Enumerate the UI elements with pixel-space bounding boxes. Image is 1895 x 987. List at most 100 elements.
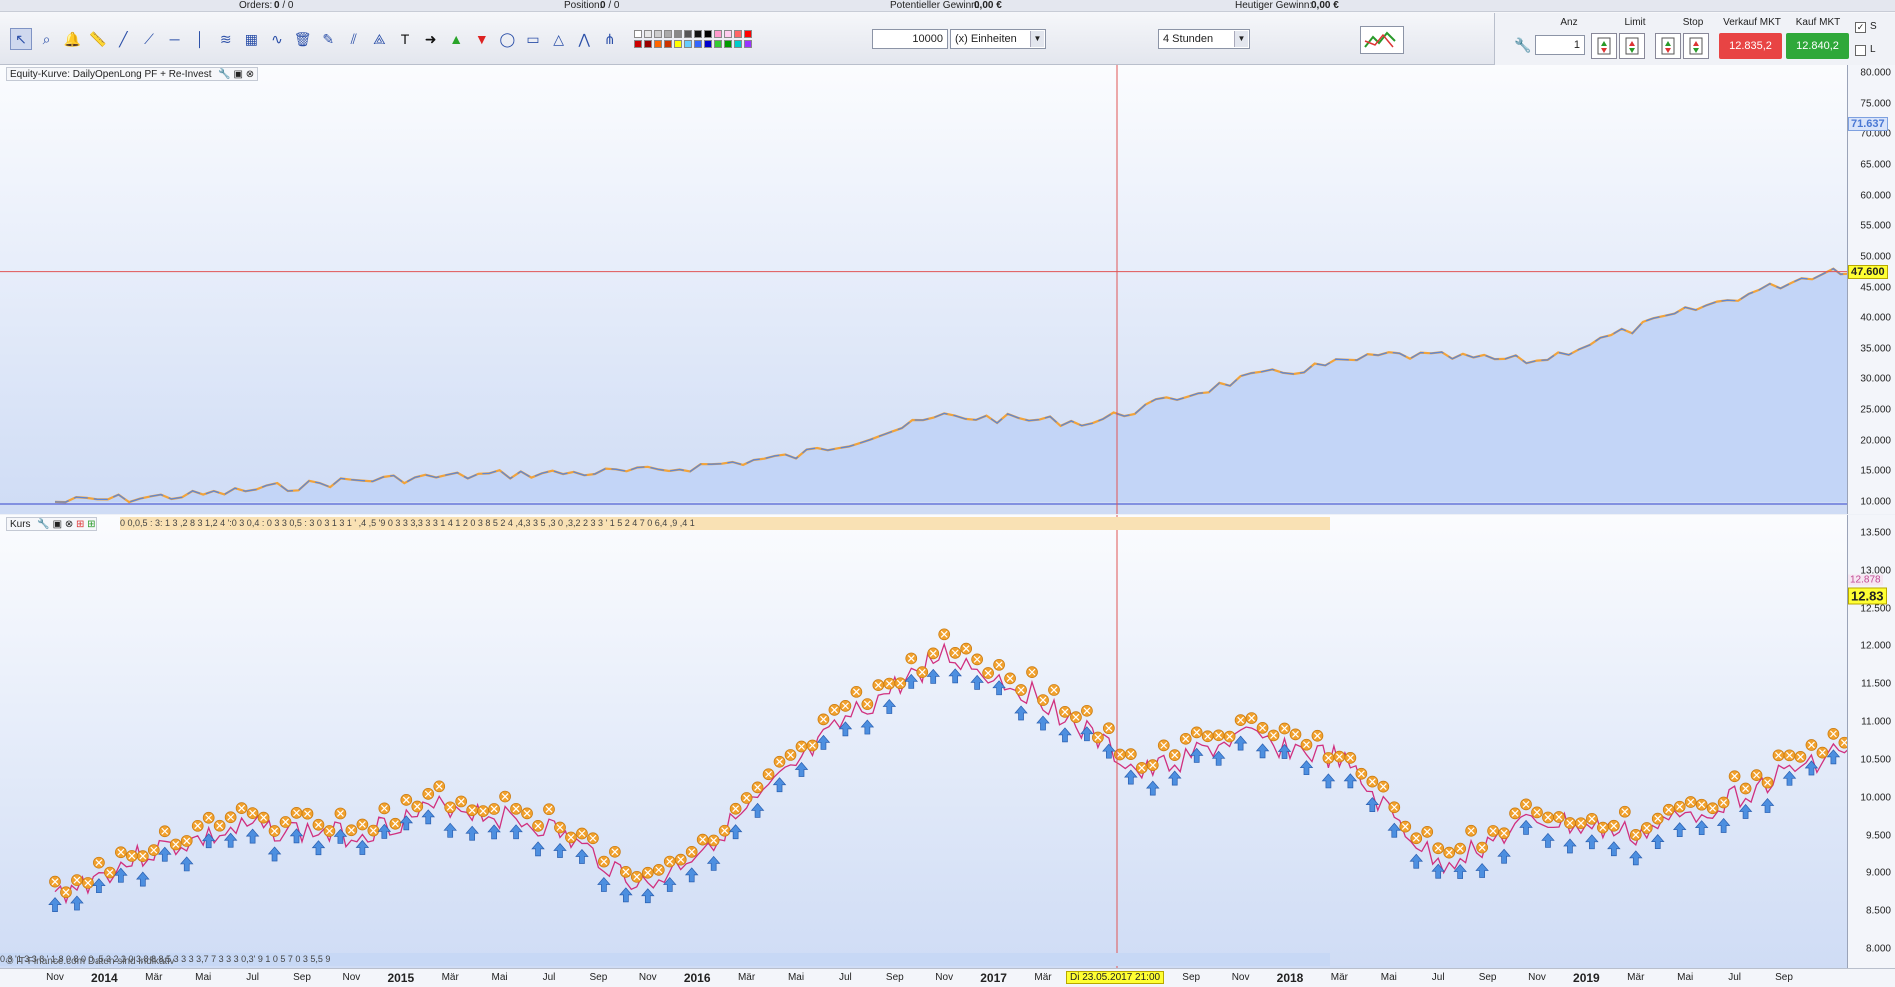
color-swatch[interactable] xyxy=(714,40,722,48)
line-icon[interactable]: ╱ xyxy=(112,28,134,50)
channel-icon[interactable]: ⫽ xyxy=(343,28,365,50)
color-swatch[interactable] xyxy=(704,40,712,48)
limit-sell-button[interactable] xyxy=(1619,33,1645,59)
color-swatch[interactable] xyxy=(674,30,682,38)
buy-marker xyxy=(684,867,699,883)
crosshair-date-label: Di 23.05.2017 21:00 xyxy=(1066,971,1165,984)
wrench-icon[interactable]: 🔧 xyxy=(37,519,49,530)
arrow-down-icon[interactable]: ▼ xyxy=(471,28,493,50)
color-swatch[interactable] xyxy=(734,30,742,38)
side-l-checkbox[interactable] xyxy=(1855,45,1866,56)
color-swatch[interactable] xyxy=(664,30,672,38)
cursor-icon[interactable]: ↖ xyxy=(10,28,32,50)
buy-marker xyxy=(1146,780,1160,796)
limit-buy-button[interactable] xyxy=(1591,33,1617,59)
sell-marker xyxy=(422,788,435,800)
timeframe-select[interactable]: 4 Stunden ▼ xyxy=(1158,29,1250,49)
pitchfork-icon[interactable]: ⋔ xyxy=(599,28,621,50)
buy-marker xyxy=(750,802,765,818)
unit-select[interactable]: (x) Einheiten ▼ xyxy=(950,29,1046,49)
sell-marker xyxy=(191,819,204,832)
sell-marker xyxy=(1465,824,1477,837)
sell-marker xyxy=(993,658,1005,671)
signal-up-icon[interactable]: ⊞ xyxy=(87,519,95,530)
color-swatch[interactable] xyxy=(684,40,692,48)
equity-pane[interactable]: Equity-Kurve: DailyOpenLong PF + Re-Inve… xyxy=(0,65,1848,514)
sell-marker xyxy=(565,831,577,844)
window-icon[interactable]: ▣ xyxy=(234,69,243,80)
sell-marker xyxy=(49,875,61,888)
color-swatch[interactable] xyxy=(634,40,642,48)
trendline-icon[interactable]: ∿ xyxy=(266,28,288,50)
fan-icon[interactable]: ⟁ xyxy=(368,28,390,50)
stop-buy-button[interactable] xyxy=(1655,33,1681,59)
wrench-icon[interactable]: 🔧 xyxy=(218,69,230,80)
color-swatch[interactable] xyxy=(684,30,692,38)
sell-marker xyxy=(1454,842,1467,855)
sell-marker xyxy=(1618,805,1631,818)
color-swatch[interactable] xyxy=(694,40,702,48)
zoom-icon[interactable]: ⌕ xyxy=(36,28,58,50)
color-swatch[interactable] xyxy=(654,40,662,48)
color-swatch[interactable] xyxy=(734,40,742,48)
y-tick-label: 11.500 xyxy=(1861,678,1891,690)
signal-down-icon[interactable]: ⊞ xyxy=(76,519,84,530)
chart-type-icon xyxy=(1364,31,1396,48)
chevron-down-icon: ▼ xyxy=(1234,31,1248,47)
trash-icon[interactable]: 🗑 xyxy=(292,28,314,50)
sell-marker xyxy=(499,790,511,803)
sell-market-button[interactable]: 12.835,2 xyxy=(1719,33,1782,59)
text-icon[interactable]: T xyxy=(394,28,416,50)
sell-marker xyxy=(136,850,149,862)
buy-market-button[interactable]: 12.840,2 xyxy=(1786,33,1849,59)
color-swatch[interactable] xyxy=(714,30,722,38)
buy-marker xyxy=(1233,735,1248,751)
buy-marker xyxy=(1716,817,1731,833)
stop-sell-button[interactable] xyxy=(1683,33,1709,59)
close-icon[interactable]: ⊗ xyxy=(65,519,73,530)
quantity-input[interactable]: 10000 xyxy=(872,29,948,49)
fib-icon[interactable]: ≋ xyxy=(215,28,237,50)
pattern-icon[interactable]: ⋀ xyxy=(573,28,595,50)
color-swatch[interactable] xyxy=(654,30,662,38)
wrench-icon[interactable]: 🔧 xyxy=(1513,33,1533,57)
ruler-icon[interactable]: 📏 xyxy=(87,28,109,50)
color-swatch[interactable] xyxy=(644,30,652,38)
anz-input[interactable]: 1 xyxy=(1535,35,1585,55)
buy-marker xyxy=(1299,760,1314,776)
price-pane[interactable]: Kurs 🔧 ▣ ⊗ ⊞ ⊞ 0 0,0,5 : 3: 1 3 ,2 8 3 1… xyxy=(0,515,1848,968)
rectangle-icon[interactable]: ▭ xyxy=(522,28,544,50)
vline-icon[interactable]: │ xyxy=(189,28,211,50)
sell-marker xyxy=(1092,731,1104,744)
buy-marker xyxy=(597,877,611,892)
grid-icon[interactable]: ▦ xyxy=(240,28,262,50)
hline-icon[interactable]: ─ xyxy=(164,28,186,50)
sell-marker xyxy=(718,824,731,837)
arrow-up-icon[interactable]: ▲ xyxy=(445,28,467,50)
color-swatch[interactable] xyxy=(724,30,732,38)
sell-marker xyxy=(279,816,292,828)
color-swatch[interactable] xyxy=(724,40,732,48)
sell-marker xyxy=(1553,811,1565,823)
close-icon[interactable]: ⊗ xyxy=(246,69,254,80)
arrow-right-icon[interactable]: ➜ xyxy=(420,28,442,50)
ellipse-icon[interactable]: ◯ xyxy=(496,28,518,50)
triangle-icon[interactable]: △ xyxy=(548,28,570,50)
sell-marker xyxy=(1289,728,1302,741)
window-icon[interactable]: ▣ xyxy=(53,519,62,530)
chart-type-button[interactable] xyxy=(1360,26,1404,54)
color-swatch[interactable] xyxy=(694,30,702,38)
bell-icon[interactable]: 🔔 xyxy=(61,28,83,50)
ray-icon[interactable]: ⟋ xyxy=(138,28,160,50)
color-swatch[interactable] xyxy=(644,40,652,48)
color-palette[interactable] xyxy=(634,30,790,52)
x-month-label: Mai xyxy=(1380,972,1397,983)
color-swatch[interactable] xyxy=(674,40,682,48)
color-swatch[interactable] xyxy=(744,30,752,38)
color-swatch[interactable] xyxy=(664,40,672,48)
color-swatch[interactable] xyxy=(704,30,712,38)
color-swatch[interactable] xyxy=(634,30,642,38)
color-swatch[interactable] xyxy=(744,40,752,48)
brush-icon[interactable]: ✎ xyxy=(317,28,339,50)
side-s-checkbox[interactable]: ✓ xyxy=(1855,22,1866,33)
